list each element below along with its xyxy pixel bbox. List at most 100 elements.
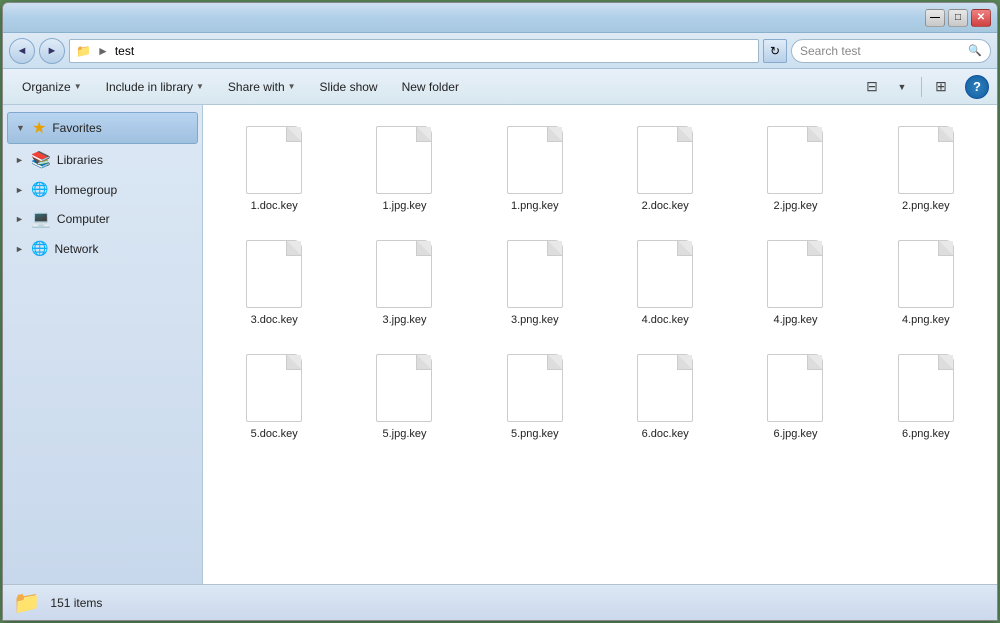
file-corner [808, 241, 822, 255]
title-bar: — □ ✕ [3, 3, 997, 33]
file-page [767, 240, 823, 308]
file-page [507, 354, 563, 422]
favorites-icon: ★ [32, 118, 46, 138]
file-icon [894, 124, 958, 196]
search-icon: 🔍 [968, 44, 982, 57]
sidebar-item-network[interactable]: ► 🌐 Network [7, 235, 198, 262]
file-item[interactable]: 2.jpg.key [734, 115, 856, 221]
address-path[interactable]: 📁 ► test [69, 39, 759, 63]
homegroup-label: Homegroup [54, 183, 117, 197]
file-item[interactable]: 6.jpg.key [734, 343, 856, 449]
file-icon [372, 238, 436, 310]
network-icon: 🌐 [31, 240, 48, 257]
file-corner [678, 355, 692, 369]
file-name: 5.doc.key [251, 428, 298, 440]
file-corner [287, 355, 301, 369]
status-folder-icon: 📁 [13, 590, 40, 616]
slide-show-button[interactable]: Slide show [309, 73, 389, 101]
file-page [637, 354, 693, 422]
sidebar-item-homegroup[interactable]: ► 🌐 Homegroup [7, 176, 198, 203]
file-page [767, 126, 823, 194]
file-name: 4.doc.key [642, 314, 689, 326]
file-icon [242, 352, 306, 424]
file-page [898, 240, 954, 308]
file-item[interactable]: 5.doc.key [213, 343, 335, 449]
help-label: ? [973, 79, 981, 94]
file-icon [894, 238, 958, 310]
file-item[interactable]: 5.jpg.key [343, 343, 465, 449]
sidebar-item-libraries[interactable]: ► 📚 Libraries [7, 145, 198, 175]
file-name: 6.png.key [902, 428, 950, 440]
help-button[interactable]: ? [965, 75, 989, 99]
file-icon [894, 352, 958, 424]
file-name: 2.png.key [902, 200, 950, 212]
file-item[interactable]: 4.doc.key [604, 229, 726, 335]
include-in-library-button[interactable]: Include in library ▼ [95, 73, 215, 101]
file-area: 1.doc.key 1.jpg.key 1.png.key 2.doc.ke [203, 105, 997, 584]
file-item[interactable]: 4.png.key [865, 229, 987, 335]
file-icon [503, 124, 567, 196]
file-name: 6.doc.key [642, 428, 689, 440]
file-corner [678, 127, 692, 141]
file-item[interactable]: 6.doc.key [604, 343, 726, 449]
refresh-button[interactable]: ↻ [763, 39, 787, 63]
libraries-expand-icon: ► [15, 155, 25, 165]
file-item[interactable]: 3.jpg.key [343, 229, 465, 335]
file-item[interactable]: 3.png.key [474, 229, 596, 335]
organize-label: Organize [22, 80, 71, 94]
file-name: 1.png.key [511, 200, 559, 212]
share-chevron: ▼ [288, 82, 296, 91]
file-page [637, 126, 693, 194]
file-icon [503, 238, 567, 310]
file-name: 2.doc.key [642, 200, 689, 212]
file-icon [372, 124, 436, 196]
file-item[interactable]: 1.png.key [474, 115, 596, 221]
file-item[interactable]: 5.png.key [474, 343, 596, 449]
file-corner [417, 241, 431, 255]
share-with-label: Share with [228, 80, 285, 94]
file-page [507, 126, 563, 194]
sidebar-item-computer[interactable]: ► 💻 Computer [7, 204, 198, 234]
file-icon [633, 352, 697, 424]
search-box[interactable]: Search test 🔍 [791, 39, 991, 63]
status-bar: 📁 151 items [3, 584, 997, 620]
close-button[interactable]: ✕ [971, 9, 991, 27]
include-chevron: ▼ [196, 82, 204, 91]
file-item[interactable]: 2.doc.key [604, 115, 726, 221]
file-name: 6.jpg.key [773, 428, 817, 440]
minimize-button[interactable]: — [925, 9, 945, 27]
view-button-1[interactable]: ⊟ [858, 73, 886, 101]
computer-icon: 💻 [31, 209, 51, 229]
file-icon [372, 352, 436, 424]
new-folder-label: New folder [402, 80, 459, 94]
file-icon [763, 238, 827, 310]
sidebar-item-favorites[interactable]: ▼ ★ Favorites [7, 112, 198, 144]
share-with-button[interactable]: Share with ▼ [217, 73, 307, 101]
view-dropdown-button[interactable]: ▼ [888, 73, 916, 101]
include-in-library-label: Include in library [106, 80, 193, 94]
sidebar: ▼ ★ Favorites ► 📚 Libraries ► 🌐 Homegrou… [3, 105, 203, 584]
folder-icon: 📁 [76, 44, 91, 58]
file-item[interactable]: 1.doc.key [213, 115, 335, 221]
organize-chevron: ▼ [74, 82, 82, 91]
computer-label: Computer [57, 212, 110, 226]
homegroup-icon: 🌐 [31, 181, 48, 198]
organize-button[interactable]: Organize ▼ [11, 73, 93, 101]
file-page [898, 354, 954, 422]
file-item[interactable]: 6.png.key [865, 343, 987, 449]
file-item[interactable]: 2.png.key [865, 115, 987, 221]
file-name: 2.jpg.key [773, 200, 817, 212]
file-name: 4.png.key [902, 314, 950, 326]
file-item[interactable]: 1.jpg.key [343, 115, 465, 221]
back-button[interactable]: ◄ [9, 38, 35, 64]
view-button-2[interactable]: ⊞ [927, 73, 955, 101]
maximize-button[interactable]: □ [948, 9, 968, 27]
file-icon [763, 352, 827, 424]
new-folder-button[interactable]: New folder [391, 73, 470, 101]
file-item[interactable]: 4.jpg.key [734, 229, 856, 335]
file-corner [939, 355, 953, 369]
forward-button[interactable]: ► [39, 38, 65, 64]
favorites-label: Favorites [52, 121, 101, 135]
file-item[interactable]: 3.doc.key [213, 229, 335, 335]
homegroup-expand-icon: ► [15, 185, 25, 195]
